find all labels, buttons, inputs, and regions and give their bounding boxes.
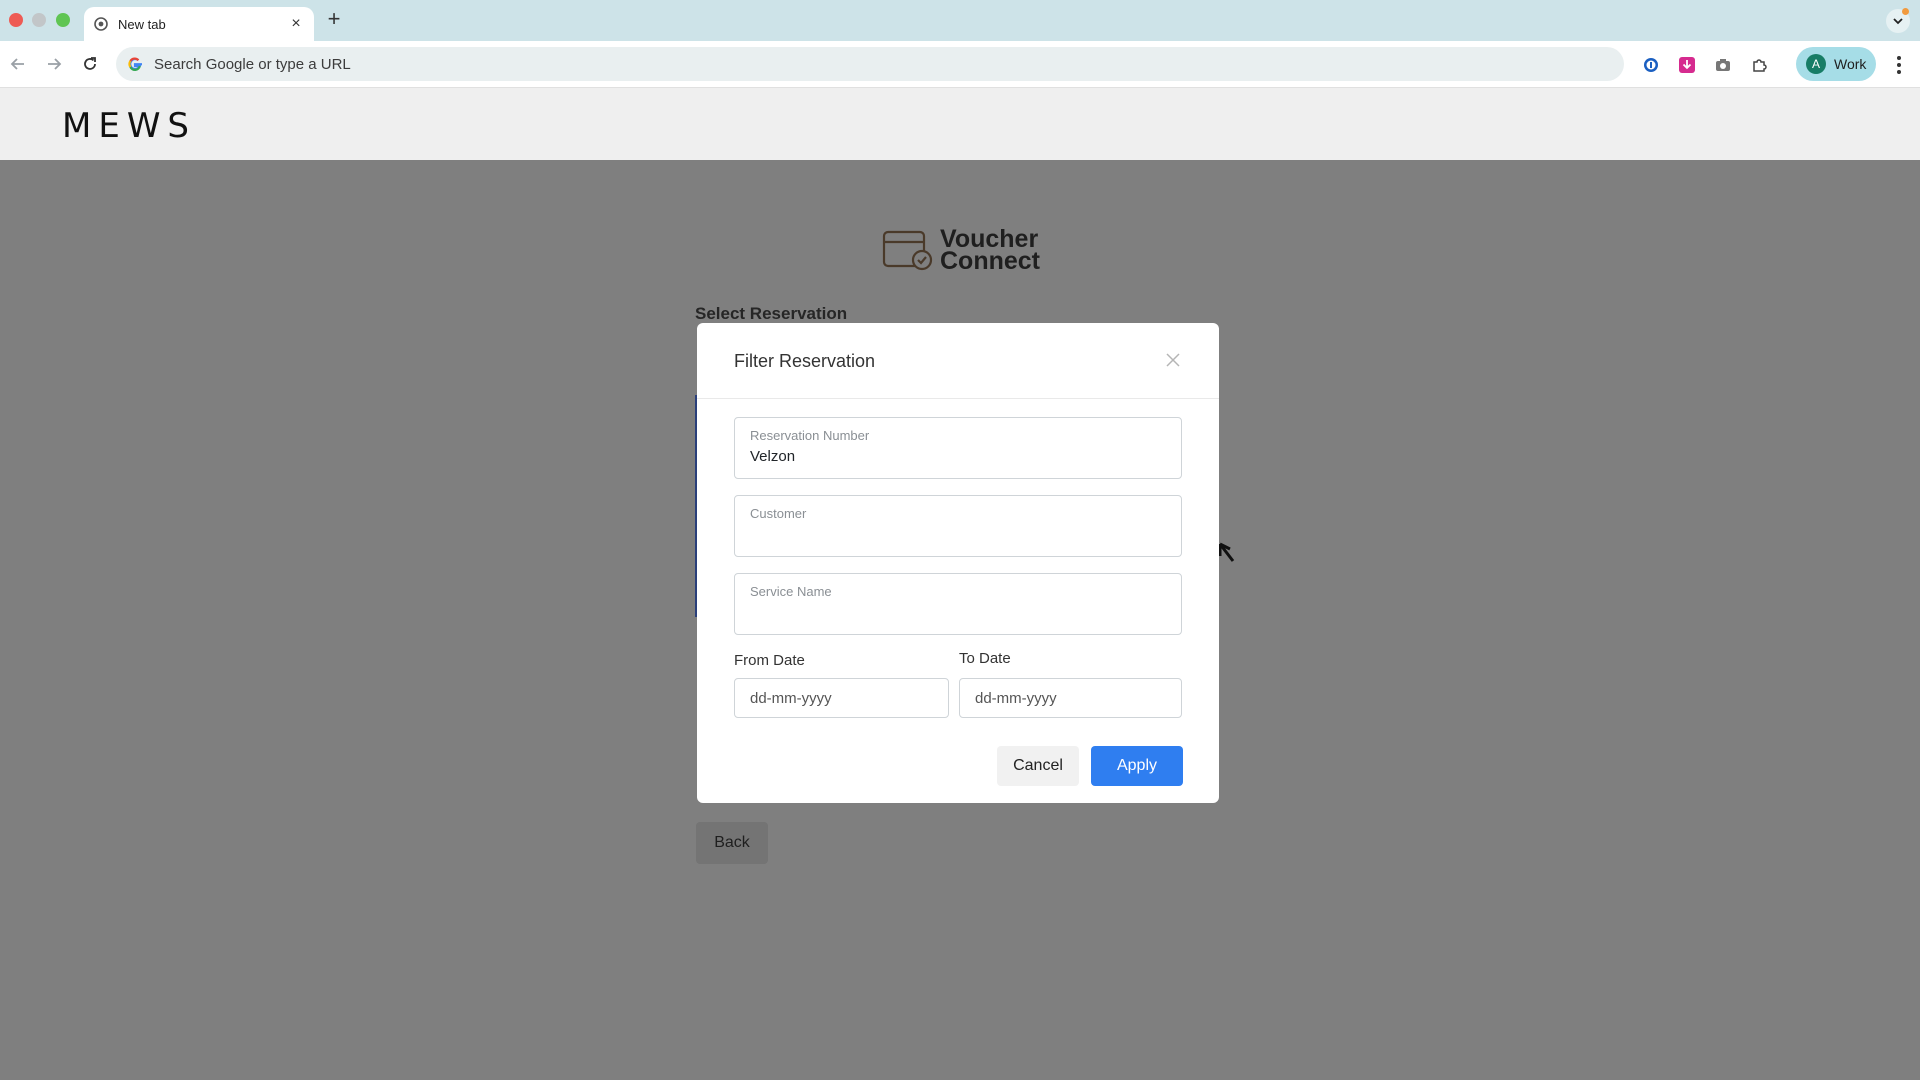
download-extension-icon [1679,57,1695,73]
extensions-button[interactable] [1748,54,1770,76]
mouse-cursor-icon [1218,542,1235,562]
address-bar[interactable]: Search Google or type a URL [116,47,1624,81]
reservation-number-label: Reservation Number [750,428,870,443]
reservation-number-field[interactable]: Reservation Number Velzon [734,417,1182,479]
back-nav-button[interactable] [7,53,29,75]
password-manager-icon [1644,58,1658,72]
minimize-window-button[interactable] [32,13,46,27]
close-icon[interactable] [1163,350,1183,370]
chrome-icon [94,17,108,31]
notification-dot [1902,8,1909,15]
reload-button[interactable] [79,53,101,75]
customer-field[interactable]: Customer [734,495,1182,557]
modal-header: Filter Reservation [697,323,1219,399]
section-title: Select Reservation [695,304,848,323]
tab-title: New tab [118,16,166,32]
to-date-input[interactable]: dd-mm-yyyy [959,678,1182,718]
password-manager-extension[interactable] [1640,54,1662,76]
from-date-label: From Date [734,652,805,669]
logo-text-line2: Connect [940,247,1040,275]
reload-icon [84,57,96,70]
download-extension[interactable] [1676,54,1698,76]
to-date-label: To Date [959,650,1011,667]
maximize-window-button[interactable] [56,13,70,27]
voucher-connect-logo: Voucher Connect [882,227,1040,275]
voucher-icon [882,230,933,271]
screenshot-extension[interactable] [1712,54,1734,76]
close-window-button[interactable] [9,13,23,27]
modal-title: Filter Reservation [734,351,876,371]
profile-name: Work [1834,56,1867,72]
forward-nav-button[interactable] [43,53,65,75]
back-button[interactable]: Back [696,822,768,864]
profile-button[interactable]: A Work [1796,47,1876,81]
service-name-label: Service Name [750,584,832,599]
camera-icon [1716,59,1730,71]
reservation-number-value: Velzon [750,448,796,465]
filter-reservation-modal: Filter Reservation Reservation Number Ve… [697,323,1219,803]
page-header: MEWS [0,88,1920,160]
tab-search-button[interactable] [1886,8,1910,33]
extensions-icon [1753,59,1767,72]
browser-tab-bar: New tab × + [0,0,1920,41]
back-icon [10,58,24,70]
mews-logo: MEWS [62,106,197,146]
cancel-button[interactable]: Cancel [997,746,1079,786]
close-tab-icon[interactable]: × [288,15,304,33]
google-icon [126,55,144,73]
apply-button[interactable]: Apply [1091,746,1183,786]
menu-icon[interactable] [1890,54,1908,76]
browser-toolbar: Search Google or type a URL A Work [0,41,1920,88]
service-name-field[interactable]: Service Name [734,573,1182,635]
address-bar-placeholder: Search Google or type a URL [154,55,351,73]
chevron-down-icon [1893,18,1903,25]
forward-icon [48,58,62,70]
browser-tab[interactable]: New tab × [84,7,314,41]
avatar: A [1806,54,1826,74]
from-date-input[interactable]: dd-mm-yyyy [734,678,949,718]
new-tab-button[interactable]: + [322,8,346,32]
customer-label: Customer [750,506,807,521]
